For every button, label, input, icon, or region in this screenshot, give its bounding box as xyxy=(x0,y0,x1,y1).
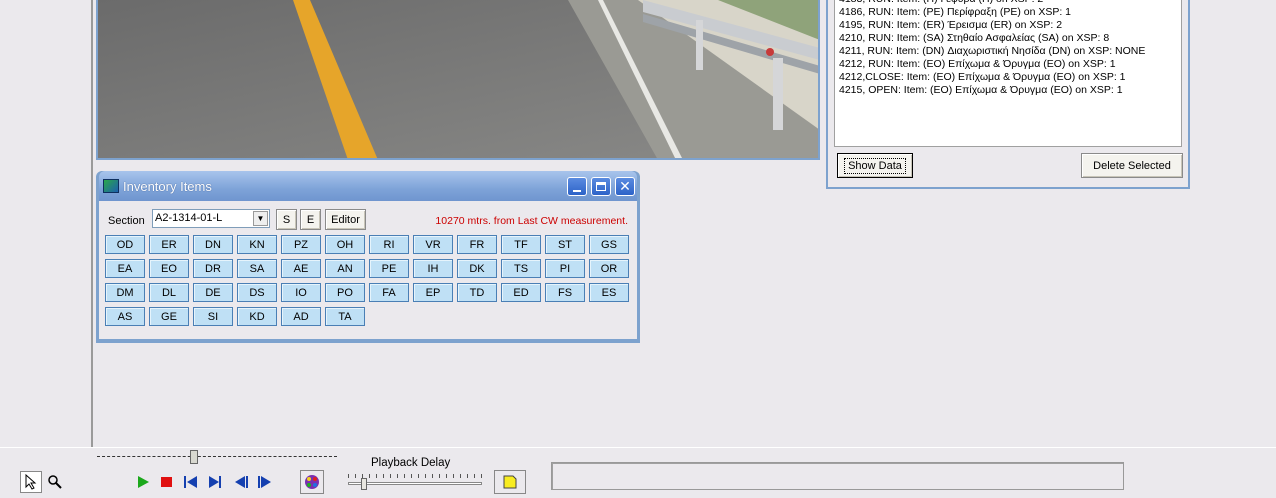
inventory-item-button[interactable]: GS xyxy=(589,235,629,254)
inventory-item-button[interactable]: VR xyxy=(413,235,453,254)
playback-delay-slider[interactable] xyxy=(348,474,482,490)
show-data-button[interactable]: Show Data xyxy=(837,153,913,178)
delay-slider-thumb[interactable] xyxy=(361,478,367,490)
inventory-item-button[interactable]: EO xyxy=(149,259,189,278)
maximize-icon[interactable] xyxy=(591,177,611,196)
e-button[interactable]: E xyxy=(300,209,321,230)
skip-end-icon[interactable] xyxy=(254,471,276,493)
delay-ticks xyxy=(348,474,482,478)
inventory-item-button[interactable]: DM xyxy=(105,283,145,302)
inventory-item-button[interactable]: DK xyxy=(457,259,497,278)
minimize-icon[interactable] xyxy=(567,177,587,196)
inventory-item-button[interactable]: SA xyxy=(237,259,277,278)
inventory-item-button[interactable]: OR xyxy=(589,259,629,278)
log-line[interactable]: 4186, RUN: Item: (PE) Περίφραξη (PE) on … xyxy=(839,6,1181,19)
inventory-item-button[interactable]: IO xyxy=(281,283,321,302)
inventory-item-button[interactable]: PE xyxy=(369,259,409,278)
event-log-list[interactable]: 4183, RUN: Item: (Π) Γεφυρα (Π) on XSP: … xyxy=(834,0,1182,147)
palette-icon[interactable] xyxy=(300,470,324,494)
inventory-item-button[interactable]: GE xyxy=(149,307,189,326)
inventory-item-button[interactable]: AD xyxy=(281,307,321,326)
bottom-toolbar: Playback Delay xyxy=(0,447,1276,498)
inventory-item-button[interactable]: ED xyxy=(501,283,541,302)
inventory-item-button[interactable]: KN xyxy=(237,235,277,254)
editor-label: Editor xyxy=(331,213,360,226)
step-back-icon[interactable] xyxy=(230,471,252,493)
inventory-item-button[interactable]: TD xyxy=(457,283,497,302)
inventory-item-button[interactable]: IH xyxy=(413,259,453,278)
inventory-item-button[interactable]: DS xyxy=(237,283,277,302)
note-icon[interactable] xyxy=(494,470,526,494)
position-slider-thumb[interactable] xyxy=(190,450,198,464)
delay-track xyxy=(348,482,482,485)
distance-text: 10270 mtrs. from Last CW measurement. xyxy=(435,215,628,227)
magnifier-icon[interactable] xyxy=(44,471,66,493)
section-value: A2-1314-01-L xyxy=(155,212,223,224)
inventory-item-button[interactable]: TF xyxy=(501,235,541,254)
position-slider[interactable] xyxy=(97,450,337,464)
s-button[interactable]: S xyxy=(276,209,297,230)
inventory-item-button[interactable]: PZ xyxy=(281,235,321,254)
play-icon[interactable] xyxy=(132,471,154,493)
log-line[interactable]: 4210, RUN: Item: (SA) Στηθαίο Ασφαλείας … xyxy=(839,32,1181,45)
inventory-item-button[interactable]: EA xyxy=(105,259,145,278)
show-data-label: Show Data xyxy=(844,157,906,174)
inventory-item-button[interactable]: DL xyxy=(149,283,189,302)
inventory-body: Section A2-1314-01-L ▼ S E Editor 10270 … xyxy=(99,201,637,339)
log-line[interactable]: 4212, RUN: Item: (EO) Επίχωμα & Όρυγμα (… xyxy=(839,58,1181,71)
inventory-item-button[interactable]: ER xyxy=(149,235,189,254)
inventory-item-button[interactable]: OH xyxy=(325,235,365,254)
log-line[interactable]: 4195, RUN: Item: (ER) Έρεισμα (ER) on XS… xyxy=(839,19,1181,32)
inventory-item-button[interactable]: PO xyxy=(325,283,365,302)
pointer-icon[interactable] xyxy=(20,471,42,493)
stop-icon[interactable] xyxy=(156,471,178,493)
status-field xyxy=(551,462,1124,490)
inventory-items-window: Inventory Items ✕ Section A2-1314-01-L ▼… xyxy=(96,171,640,343)
editor-button[interactable]: Editor xyxy=(325,209,366,230)
section-label: Section xyxy=(108,215,145,227)
inventory-item-button[interactable]: KD xyxy=(237,307,277,326)
delete-selected-label: Delete Selected xyxy=(1093,159,1171,172)
inventory-item-button[interactable]: ST xyxy=(545,235,585,254)
left-divider xyxy=(91,0,93,447)
inventory-title: Inventory Items xyxy=(123,178,212,194)
inventory-item-button[interactable]: OD xyxy=(105,235,145,254)
section-select[interactable]: A2-1314-01-L ▼ xyxy=(152,209,270,228)
inventory-item-button[interactable]: AS xyxy=(105,307,145,326)
inventory-item-button[interactable]: FA xyxy=(369,283,409,302)
s-label: S xyxy=(282,213,291,226)
log-line[interactable]: 4211, RUN: Item: (DN) Διαχωριστική Νησίδ… xyxy=(839,45,1181,58)
inventory-title-bar[interactable]: Inventory Items xyxy=(99,171,637,201)
inventory-item-button[interactable]: FR xyxy=(457,235,497,254)
e-label: E xyxy=(306,213,315,226)
inventory-item-button[interactable]: EP xyxy=(413,283,453,302)
event-log-panel: 4183, RUN: Item: (Π) Γεφυρα (Π) on XSP: … xyxy=(826,0,1190,189)
inventory-item-button[interactable]: TA xyxy=(325,307,365,326)
step-forward-icon[interactable] xyxy=(204,471,226,493)
log-line[interactable]: 4215, OPEN: Item: (EO) Επίχωμα & Όρυγμα … xyxy=(839,84,1181,97)
video-frame xyxy=(96,0,820,160)
inventory-item-button[interactable]: AE xyxy=(281,259,321,278)
inventory-item-button[interactable]: TS xyxy=(501,259,541,278)
inventory-item-button[interactable]: PI xyxy=(545,259,585,278)
inventory-item-button[interactable]: AN xyxy=(325,259,365,278)
close-icon[interactable]: ✕ xyxy=(615,177,635,196)
position-slider-track xyxy=(97,456,337,458)
app-icon xyxy=(103,179,119,193)
delete-selected-button[interactable]: Delete Selected xyxy=(1081,153,1183,178)
inventory-item-button[interactable]: ES xyxy=(589,283,629,302)
log-line[interactable]: 4212,CLOSE: Item: (EO) Επίχωμα & Όρυγμα … xyxy=(839,71,1181,84)
chevron-down-icon[interactable]: ▼ xyxy=(253,211,268,226)
inventory-item-button[interactable]: DR xyxy=(193,259,233,278)
inventory-item-button[interactable]: SI xyxy=(193,307,233,326)
skip-start-icon[interactable] xyxy=(180,471,202,493)
playback-delay-label: Playback Delay xyxy=(371,457,451,469)
inventory-item-button[interactable]: DN xyxy=(193,235,233,254)
inventory-item-button[interactable]: FS xyxy=(545,283,585,302)
inventory-item-button[interactable]: DE xyxy=(193,283,233,302)
inventory-item-button[interactable]: RI xyxy=(369,235,409,254)
